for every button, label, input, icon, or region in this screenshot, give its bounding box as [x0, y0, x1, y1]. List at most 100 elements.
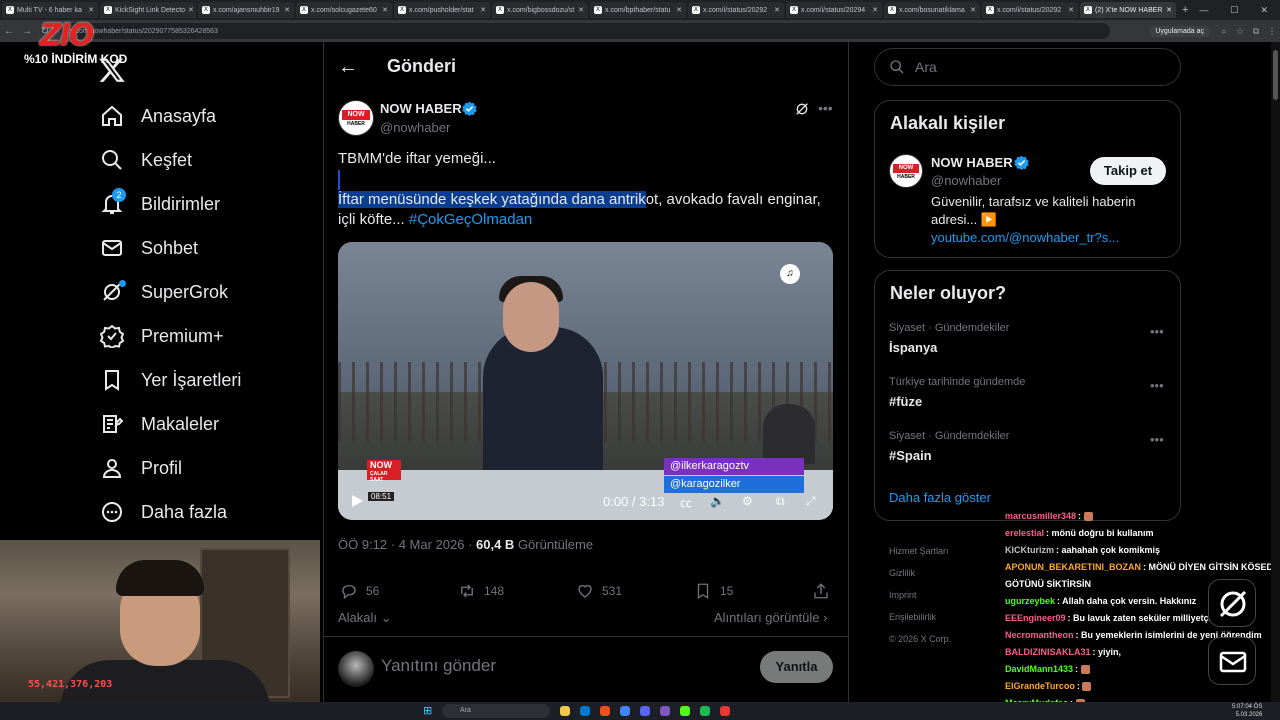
- taskbar-search[interactable]: Ara: [442, 704, 550, 718]
- trend-name[interactable]: İspanya: [889, 340, 937, 355]
- browser-tab[interactable]: Xx.com/i/status/20294 ✕: [786, 2, 882, 18]
- follow-button[interactable]: Takip et: [1090, 157, 1166, 185]
- browser-tab[interactable]: Xx.com/i/status/20292 ✕: [688, 2, 784, 18]
- more-options-icon[interactable]: •••: [1150, 378, 1164, 393]
- browser-tab[interactable]: Xx.com/bpthaber/statu ✕: [590, 2, 686, 18]
- messages-button[interactable]: [1208, 637, 1256, 685]
- footer-link[interactable]: © 2026 X Corp.: [889, 634, 951, 644]
- captions-icon[interactable]: ㏄: [680, 494, 692, 511]
- new-tab-icon[interactable]: +: [1182, 4, 1188, 16]
- trend-name[interactable]: #füze: [889, 394, 922, 409]
- scrollbar-thumb[interactable]: [1273, 50, 1278, 100]
- audio-icon[interactable]: ♫: [780, 264, 800, 284]
- tab-close-icon[interactable]: ✕: [869, 6, 878, 14]
- pip-icon[interactable]: ⧉: [776, 494, 785, 509]
- browser-tab[interactable]: Xx.com/bigbossdozu/st ✕: [492, 2, 588, 18]
- related-name[interactable]: NOW HABER: [931, 155, 1013, 170]
- app-icon[interactable]: [720, 706, 730, 716]
- settings-icon[interactable]: ⚙: [742, 494, 753, 508]
- chat-username[interactable]: ugurzeybek: [1005, 596, 1055, 606]
- tab-close-icon[interactable]: ✕: [967, 6, 976, 14]
- tab-close-icon[interactable]: ✕: [85, 6, 94, 14]
- bookmark-button[interactable]: 15: [694, 582, 733, 600]
- tab-close-icon[interactable]: ✕: [575, 6, 584, 14]
- nav-item-bildirimler[interactable]: 2 Bildirimler: [100, 184, 220, 224]
- tab-close-icon[interactable]: ✕: [379, 6, 388, 14]
- nav-item-profil[interactable]: Profil: [100, 448, 182, 488]
- nav-item-sohbet[interactable]: Sohbet: [100, 228, 198, 268]
- tab-close-icon[interactable]: ✕: [477, 6, 486, 14]
- chat-username[interactable]: KICKturizm: [1005, 545, 1054, 555]
- browser-tab[interactable]: X (2) X'te NOW HABER ✕: [1080, 2, 1176, 18]
- windows-start-icon[interactable]: ⊞: [423, 705, 435, 717]
- obs-icon[interactable]: [660, 706, 670, 716]
- footer-link[interactable]: Erişilebilirlik: [889, 612, 936, 622]
- repost-button[interactable]: 148: [458, 582, 504, 600]
- back-arrow-icon[interactable]: ←: [338, 56, 358, 79]
- footer-link[interactable]: Hizmet Şartları: [889, 546, 949, 556]
- grok-icon[interactable]: [794, 101, 810, 117]
- related-avatar[interactable]: NOW HABER: [889, 154, 923, 188]
- minimize-icon[interactable]: —: [1199, 5, 1208, 16]
- chrome-icon[interactable]: [600, 706, 610, 716]
- share-icon[interactable]: [812, 582, 830, 600]
- nav-item-supergrok[interactable]: SuperGrok: [100, 272, 228, 312]
- nav-item-keşfet[interactable]: Keşfet: [100, 140, 192, 180]
- reply-button[interactable]: 56: [340, 582, 379, 600]
- browser-tab[interactable]: Xx.com/solcugazete60 ✕: [296, 2, 392, 18]
- scrollbar[interactable]: [1271, 42, 1280, 702]
- nav-item-premium-[interactable]: Premium+: [100, 316, 224, 356]
- trend-name[interactable]: #Spain: [889, 448, 932, 463]
- volume-icon[interactable]: 🔈: [710, 494, 725, 508]
- browser-tab[interactable]: Xx.com/i/status/20292 ✕: [982, 2, 1078, 18]
- store-icon[interactable]: [580, 706, 590, 716]
- spotify-icon[interactable]: [700, 706, 710, 716]
- menu-icon[interactable]: ⋮: [1264, 26, 1280, 37]
- chat-username[interactable]: APONUN_BEKARETINI_BOZAN: [1005, 562, 1141, 572]
- browser-icon[interactable]: [620, 706, 630, 716]
- browser-tab[interactable]: Xx.com/bosunatiklama ✕: [884, 2, 980, 18]
- author-name[interactable]: NOW HABER: [380, 101, 462, 116]
- nav-item-anasayfa[interactable]: Anasayfa: [100, 96, 216, 136]
- tab-close-icon[interactable]: ✕: [1065, 6, 1074, 14]
- hashtag-link[interactable]: #ÇokGeçOlmadan: [409, 211, 532, 228]
- forward-arrow-icon[interactable]: →: [18, 26, 36, 37]
- tweet-timestamp[interactable]: ÖÖ 9:12 · 4 Mar 2026 ·: [338, 537, 476, 552]
- browser-tab[interactable]: X KickSight Link Detecto ✕: [100, 2, 196, 18]
- video-player[interactable]: ♫ NOW ÇALAR SAAT 08:51 @ilkerkaragoztv @k…: [338, 242, 833, 520]
- chat-username[interactable]: BALDIZINISAKLA31: [1005, 647, 1091, 657]
- kick-icon[interactable]: [680, 706, 690, 716]
- chat-username[interactable]: ElGrandeTurcoo: [1005, 681, 1075, 691]
- footer-link[interactable]: Imprint: [889, 590, 917, 600]
- discord-icon[interactable]: [640, 706, 650, 716]
- like-button[interactable]: 531: [576, 582, 622, 600]
- reply-submit-button[interactable]: Yanıtla: [760, 651, 833, 683]
- more-options-icon[interactable]: •••: [818, 100, 833, 116]
- tab-close-icon[interactable]: ✕: [1163, 6, 1172, 14]
- grok-button[interactable]: [1208, 579, 1256, 627]
- fullscreen-icon[interactable]: ⤢: [806, 494, 816, 509]
- url-field[interactable]: x.com/nowhaber/status/202907758532642856…: [60, 23, 1110, 39]
- footer-link[interactable]: Gizlilik: [889, 568, 915, 578]
- related-handle[interactable]: @nowhaber: [931, 173, 1001, 188]
- x-logo-icon[interactable]: [98, 56, 126, 84]
- back-arrow-icon[interactable]: ←: [0, 26, 18, 37]
- chat-username[interactable]: DavidMann1433: [1005, 664, 1073, 674]
- search-input[interactable]: Ara: [874, 48, 1181, 86]
- open-in-app-button[interactable]: Uygulamada aç: [1149, 25, 1210, 37]
- tab-close-icon[interactable]: ✕: [281, 6, 290, 14]
- nav-item-makaleler[interactable]: Makaleler: [100, 404, 219, 444]
- more-options-icon[interactable]: •••: [1150, 324, 1164, 339]
- show-more-link[interactable]: Daha fazla göster: [889, 490, 991, 505]
- chat-username[interactable]: erelestial: [1005, 528, 1044, 538]
- sort-dropdown[interactable]: Alakalı ⌄: [338, 610, 392, 626]
- reply-input[interactable]: Yanıtını gönder: [381, 656, 496, 676]
- author-handle[interactable]: @nowhaber: [380, 120, 450, 135]
- star-icon[interactable]: ☆: [1232, 26, 1248, 37]
- browser-tab[interactable]: Xx.com/ajansmuhbir19 ✕: [198, 2, 294, 18]
- tab-close-icon[interactable]: ✕: [673, 6, 682, 14]
- chat-username[interactable]: EEEngineer09: [1005, 613, 1066, 623]
- play-icon[interactable]: [350, 494, 364, 508]
- author-avatar[interactable]: NOW HABER: [338, 100, 374, 136]
- chat-username[interactable]: marcusmiller348: [1005, 511, 1076, 521]
